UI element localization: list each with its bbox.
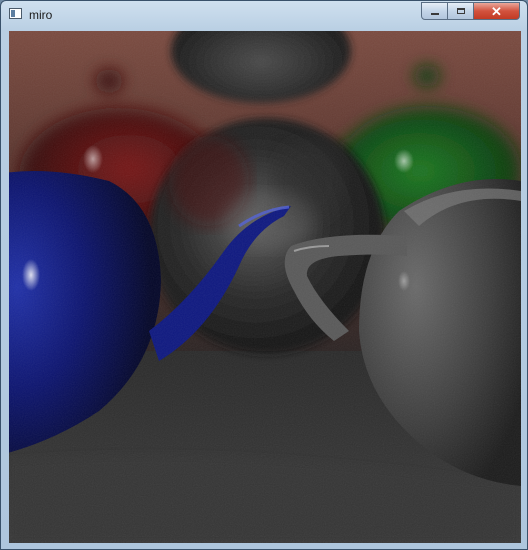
maximize-button[interactable] <box>447 2 474 20</box>
render-noise-grain <box>9 31 521 543</box>
minimize-button[interactable] <box>421 2 448 20</box>
minimize-icon <box>430 13 439 15</box>
app-window-icon[interactable] <box>9 8 22 19</box>
title-bar[interactable]: miro ✕ <box>1 1 527 29</box>
close-icon: ✕ <box>491 3 502 19</box>
close-button[interactable]: ✕ <box>473 2 520 20</box>
window-title: miro <box>29 8 53 22</box>
maximize-icon <box>456 8 465 14</box>
render-canvas <box>9 31 521 543</box>
application-window: miro ✕ <box>0 0 528 550</box>
raytraced-scene-image <box>9 31 521 543</box>
